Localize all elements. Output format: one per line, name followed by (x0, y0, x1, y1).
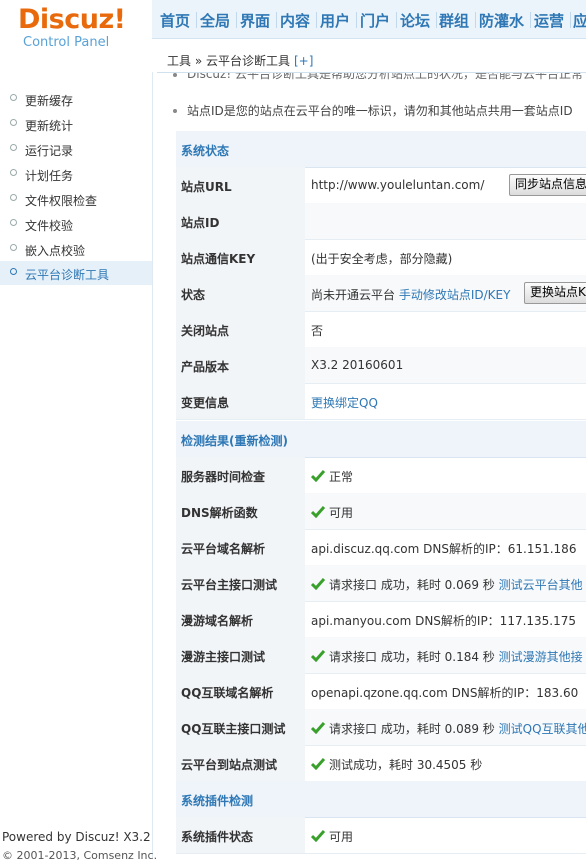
row-manyou-domain: 漫游域名解析 api.manyou.com DNS解析的IP：117.135.17… (176, 601, 586, 638)
row-time-check: 服务器时间检查 正常 (176, 457, 586, 494)
sidebar-item-update-stats[interactable]: 更新统计 (0, 112, 152, 136)
tip-bullet-icon (173, 109, 177, 113)
tip-text: Discuz! 云平台诊断工具是帮助您分析站点上的状况，是否能与云平台正常 (187, 73, 583, 81)
top-navigation: 首页 全局 界面 内容 用户 门户 论坛 群组 防灌水 运营 应 (152, 0, 586, 39)
check-icon (311, 830, 325, 842)
nav-antispam[interactable]: 防灌水 (479, 10, 524, 31)
check-icon (311, 470, 325, 482)
sidebar-item-run-log[interactable]: 运行记录 (0, 137, 152, 161)
nav-content[interactable]: 内容 (280, 10, 310, 31)
nav-operation[interactable]: 运营 (534, 10, 564, 31)
nav-groups[interactable]: 群组 (439, 10, 469, 31)
nav-forum[interactable]: 论坛 (400, 10, 430, 31)
tip-bullet-icon (173, 73, 177, 77)
nav-interface[interactable]: 界面 (240, 10, 270, 31)
add-shortcut-link[interactable]: [+] (294, 54, 313, 68)
sidebar-item-cloud-diagnostic[interactable]: 云平台诊断工具 (0, 261, 152, 285)
bullet-icon (10, 144, 17, 151)
row-site-test: 云平台到站点测试 测试成功，耗时 30.4505 秒 (176, 745, 586, 782)
row-site-id: 站点ID (176, 203, 586, 240)
test-manyou-other-link[interactable]: 测试漫游其他接 (499, 650, 583, 664)
row-site-key: 站点通信KEY (出于安全考虑，部分隐藏) (176, 239, 586, 276)
row-status: 状态 尚未开通云平台 手动修改站点ID/KEY 更换站点K (176, 275, 586, 312)
row-closed: 关闭站点否 (176, 311, 586, 348)
main-content: Discuz! 云平台诊断工具是帮助您分析站点上的状况，是否能与云平台正常 站点… (157, 73, 586, 859)
bullet-icon (10, 219, 17, 226)
bullet-icon (10, 194, 17, 201)
nav-global[interactable]: 全局 (200, 10, 230, 31)
nav-portal[interactable]: 门户 (360, 10, 390, 31)
bullet-icon (10, 119, 17, 126)
row-cloud-api: 云平台主接口测试 请求接口 成功，耗时 0.069 秒 测试云平台其他 (176, 565, 586, 602)
sidebar-item-file-check[interactable]: 文件校验 (0, 212, 152, 236)
sidebar-item-update-cache[interactable]: 更新缓存 (0, 87, 152, 111)
sidebar-item-file-perms[interactable]: 文件权限检查 (0, 187, 152, 211)
row-site-url: 站点URL http://www.youleluntan.com/同步站点信息 (176, 167, 586, 204)
nav-home[interactable]: 首页 (160, 10, 190, 31)
header: Discuz! Control Panel 首页 全局 界面 内容 用户 门户 … (0, 0, 586, 73)
copyright: © 2001-2013, Comsenz Inc. (2, 849, 158, 862)
breadcrumb-path: 工具 » 云平台诊断工具 (167, 54, 290, 68)
check-icon (311, 650, 325, 662)
discuz-logo[interactable]: Discuz! Control Panel (18, 4, 148, 60)
row-dns-function: DNS解析函数 可用 (176, 493, 586, 530)
bullet-icon (10, 94, 17, 101)
edit-site-id-key-link[interactable]: 手动修改站点ID/KEY (399, 288, 511, 302)
row-qq-api: QQ互联主接口测试 请求接口 成功，耗时 0.089 秒 测试QQ互联其他 (176, 709, 586, 746)
check-icon (311, 506, 325, 518)
sidebar: 更新缓存 更新统计 运行记录 计划任务 文件权限检查 文件校验 嵌入点校验 云平… (0, 72, 153, 859)
row-qq-domain: QQ互联域名解析 openapi.qzone.qq.com DNS解析的IP：18… (176, 673, 586, 710)
change-bind-qq-link[interactable]: 更换绑定QQ (311, 396, 378, 410)
tip-text: 站点ID是您的站点在云平台的唯一标识，请勿和其他站点共用一套站点ID (187, 104, 573, 118)
row-change-info: 变更信息 更换绑定QQ (176, 383, 586, 420)
section-plugin-check: 系统插件检测 (176, 781, 586, 818)
section-check-results: 检测结果(重新检测) (176, 421, 586, 458)
row-cloud-domain: 云平台域名解析 api.discuz.qq.com DNS解析的IP：61.151… (176, 529, 586, 566)
breadcrumb-bar: 工具 » 云平台诊断工具 [+] (157, 43, 586, 73)
check-icon (311, 758, 325, 770)
test-qq-other-link[interactable]: 测试QQ互联其他 (499, 722, 586, 736)
row-plugin-status: 系统插件状态 可用 (176, 817, 586, 854)
sync-site-info-button[interactable]: 同步站点信息 (509, 174, 586, 196)
bullet-icon (10, 268, 17, 275)
logo-subtitle: Control Panel (23, 35, 110, 50)
recheck-link[interactable]: 检测结果(重新检测) (181, 432, 288, 449)
sidebar-item-cron[interactable]: 计划任务 (0, 162, 152, 186)
sidebar-item-hook-check[interactable]: 嵌入点校验 (0, 237, 152, 261)
change-site-key-button[interactable]: 更换站点K (524, 282, 586, 304)
nav-users[interactable]: 用户 (320, 10, 350, 31)
powered-by: Powered by Discuz! X3.2 (2, 830, 151, 844)
nav-apps[interactable]: 应 (573, 10, 586, 31)
row-manyou-api: 漫游主接口测试 请求接口 成功，耗时 0.184 秒 测试漫游其他接 (176, 637, 586, 674)
check-icon (311, 578, 325, 590)
logo-text: Discuz! (18, 4, 126, 35)
test-cloud-other-link[interactable]: 测试云平台其他 (499, 578, 583, 592)
breadcrumb: 工具 » 云平台诊断工具 [+] (167, 52, 313, 69)
check-icon (311, 722, 325, 734)
site-url-value: http://www.youleluntan.com/ (311, 178, 485, 192)
bullet-icon (10, 169, 17, 176)
bullet-icon (10, 244, 17, 251)
row-version: 产品版本 X3.2 20160601 (176, 347, 586, 384)
section-system-status: 系统状态 (176, 131, 586, 168)
